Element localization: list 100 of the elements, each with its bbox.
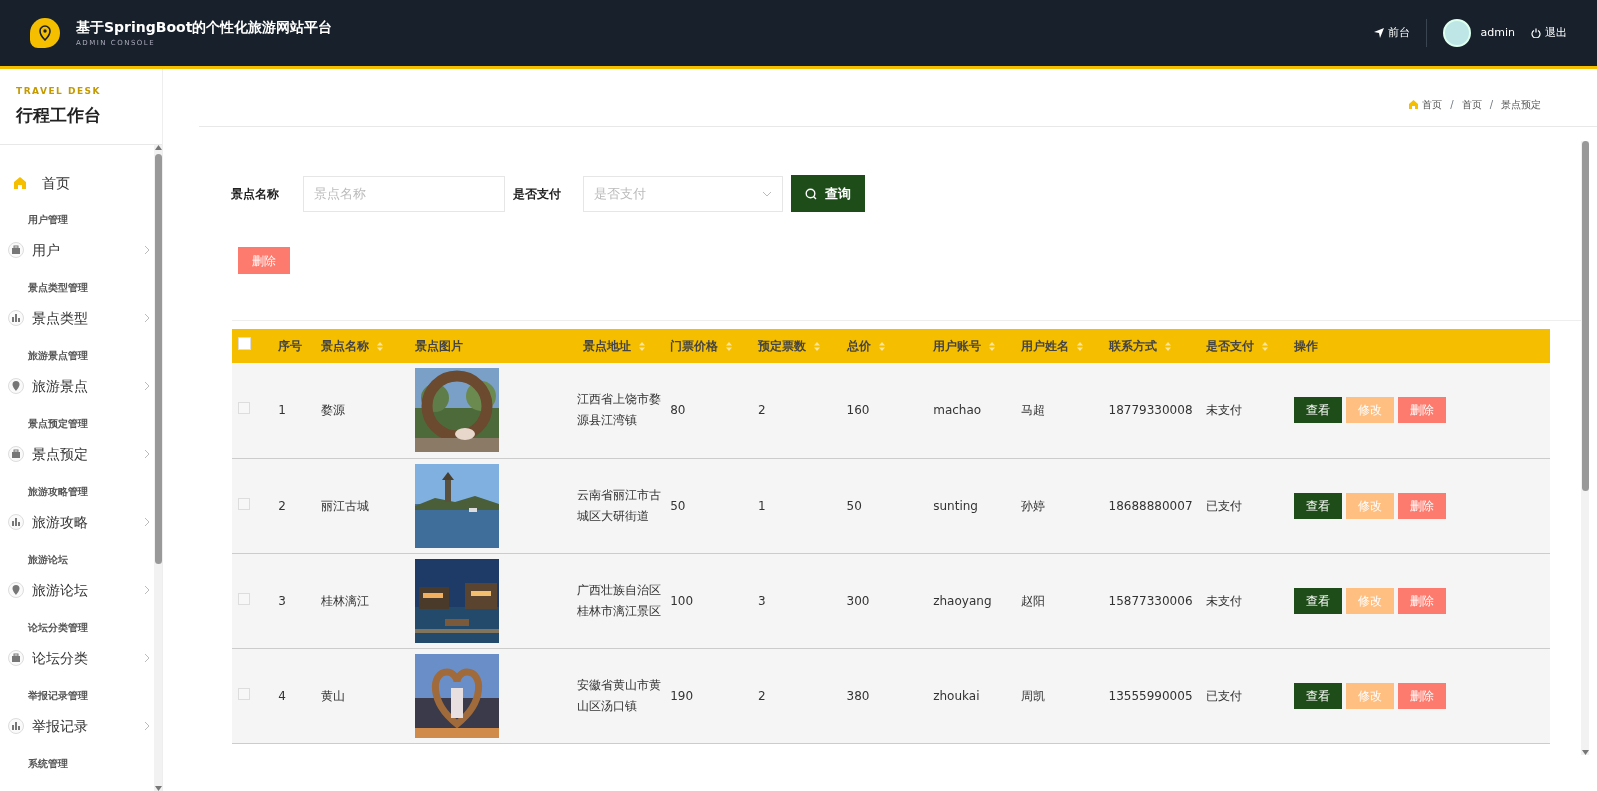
- scroll-up-icon: [154, 145, 162, 150]
- search-icon: [805, 187, 817, 200]
- table-cell: 80: [670, 403, 686, 418]
- user-name: admin: [1480, 24, 1515, 41]
- home-icon: [1409, 100, 1419, 109]
- avatar: [1442, 19, 1471, 47]
- table-cell: 已支付: [1206, 688, 1243, 703]
- table-cell: 4: [278, 688, 286, 703]
- sidebar-eyebrow: TRAVEL DESK: [16, 85, 102, 98]
- scrollbar[interactable]: [1581, 141, 1589, 755]
- search-button[interactable]: 查询: [791, 175, 865, 212]
- table-cell: 婺源: [320, 403, 345, 418]
- table-cell: 18779330008: [1108, 403, 1193, 418]
- table-cell: 2: [757, 403, 766, 418]
- bar-chart-icon: [10, 720, 22, 732]
- sidebar-item[interactable]: 旅游攻略: [0, 499, 154, 545]
- scroll-down-icon: [1581, 750, 1589, 755]
- front-link[interactable]: 前台: [1373, 24, 1410, 42]
- bar-chart-icon: [10, 312, 22, 324]
- pin-icon: [10, 380, 22, 392]
- sidebar-item[interactable]: 旅游论坛: [0, 567, 154, 613]
- checkbox[interactable]: [238, 592, 250, 605]
- site-title: 基于SpringBoot的个性化旅游网站平台: [76, 18, 333, 38]
- briefcase-icon: [10, 244, 22, 256]
- table-cell: 云南省丽江市古城区大研街道: [576, 487, 661, 523]
- table-cell: 已支付: [1206, 498, 1243, 513]
- sidebar-section-heading: 旅游论坛: [27, 553, 69, 567]
- breadcrumb-item[interactable]: 首页: [1461, 97, 1482, 112]
- caret-icon: [762, 190, 772, 197]
- scrollbar[interactable]: [154, 145, 162, 791]
- sidebar-item[interactable]: 旅游景点: [0, 363, 154, 409]
- view-button[interactable]: 查看: [1293, 587, 1342, 614]
- column-header: 序号: [278, 338, 303, 355]
- table-cell: 13555990005: [1108, 688, 1193, 703]
- checkbox[interactable]: [238, 402, 250, 415]
- logo-icon: [30, 18, 60, 48]
- table-cell: 380: [846, 688, 870, 703]
- breadcrumb-item[interactable]: 首页: [1409, 97, 1443, 112]
- sidebar-section-heading: 旅游景点管理: [27, 349, 89, 363]
- sidebar-item[interactable]: 景点预定: [0, 431, 154, 477]
- table-cell: 50: [670, 498, 686, 513]
- field-label: 是否支付: [513, 185, 562, 203]
- table-cell: 190: [670, 688, 694, 703]
- table-cell: 江西省上饶市婺源县江湾镇: [576, 392, 661, 428]
- view-button[interactable]: 查看: [1293, 492, 1342, 519]
- send-icon: [1373, 28, 1384, 38]
- sidebar-section-heading: 系统管理: [27, 757, 69, 771]
- checkbox[interactable]: [238, 337, 251, 350]
- view-button[interactable]: 查看: [1293, 682, 1342, 709]
- sidebar-section-heading: 旅游攻略管理: [27, 485, 89, 499]
- table-cell: 桂林漓江: [320, 593, 369, 608]
- logout-link[interactable]: 退出: [1531, 24, 1567, 42]
- chevron-icon: [144, 245, 150, 255]
- table-cell: 黄山: [320, 688, 345, 703]
- table-cell: machao: [933, 403, 982, 418]
- sidebar-item[interactable]: 举报记录: [0, 703, 154, 749]
- chevron-icon: [144, 653, 150, 663]
- table-cell: 100: [670, 593, 694, 608]
- table-cell: 马超: [1020, 403, 1045, 418]
- checkbox[interactable]: [238, 497, 250, 510]
- sidebar-title: 行程工作台: [16, 103, 102, 127]
- view-button[interactable]: 查看: [1293, 397, 1342, 424]
- breadcrumb-separator: /: [1450, 98, 1454, 112]
- field-label: 景点名称: [231, 185, 280, 203]
- table-cell: 孙婷: [1020, 498, 1045, 513]
- sidebar-section-heading: 论坛分类管理: [27, 621, 89, 635]
- sidebar-item[interactable]: 用户: [0, 227, 154, 273]
- sidebar-section-heading: 举报记录管理: [27, 689, 89, 703]
- table-cell: 赵阳: [1020, 593, 1045, 608]
- breadcrumb-separator: /: [1489, 98, 1493, 112]
- bar-chart-icon: [10, 516, 22, 528]
- table-cell: 300: [846, 593, 870, 608]
- chevron-icon: [144, 313, 150, 323]
- table-cell: 3: [278, 593, 286, 608]
- table-cell: 丽江古城: [320, 498, 369, 513]
- sidebar-item[interactable]: 景点类型: [0, 295, 154, 341]
- table-cell: 未支付: [1206, 593, 1243, 608]
- table-cell: 160: [846, 403, 870, 418]
- chevron-icon: [144, 585, 150, 595]
- sidebar-section-heading: 景点预定管理: [27, 417, 89, 431]
- checkbox[interactable]: [238, 687, 250, 700]
- table-cell: 未支付: [1206, 403, 1243, 418]
- chevron-icon: [144, 517, 150, 527]
- breadcrumb-item[interactable]: 景点预定: [1501, 97, 1541, 112]
- table-cell: 3: [757, 593, 766, 608]
- sidebar-item[interactable]: 首页: [0, 161, 154, 205]
- sidebar-section-heading: 景点类型管理: [27, 281, 89, 295]
- table-cell: 广西壮族自治区桂林市漓江景区: [576, 582, 661, 618]
- table-cell: zhoukai: [933, 688, 980, 703]
- table-cell: 2: [757, 688, 766, 703]
- home-icon: [14, 177, 26, 189]
- table-cell: sunting: [933, 498, 978, 513]
- power-icon: [1531, 28, 1541, 38]
- pin-icon: [10, 584, 22, 596]
- column-header: 操作: [1293, 338, 1318, 355]
- table-cell: 15877330006: [1108, 593, 1193, 608]
- column-header: 景点图片: [415, 338, 464, 355]
- table-cell: 1: [278, 403, 286, 418]
- chevron-icon: [144, 449, 150, 459]
- sidebar-item[interactable]: 论坛分类: [0, 635, 154, 681]
